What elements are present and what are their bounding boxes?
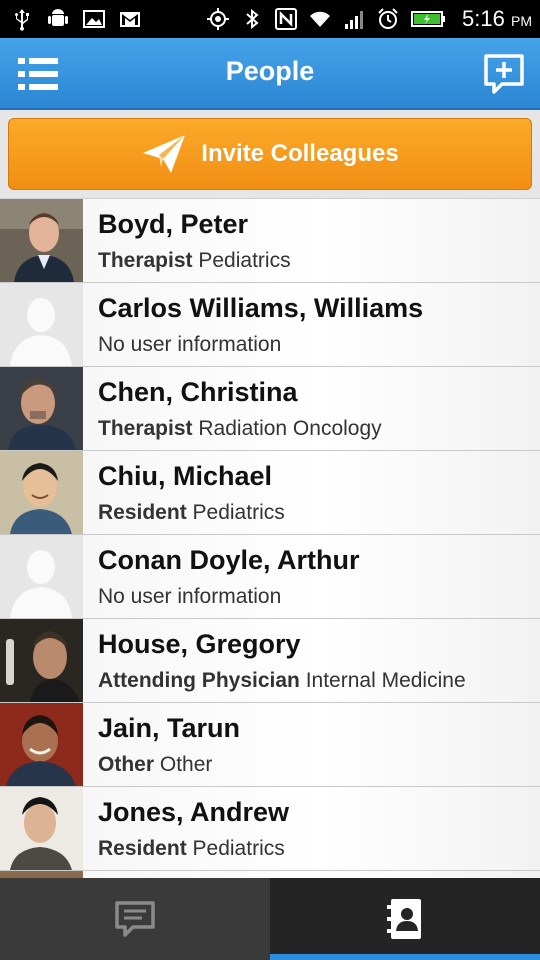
list-item[interactable]: Conan Doyle, Arthur No user information <box>0 535 540 619</box>
signal-icon <box>345 11 364 29</box>
person-name: Boyd, Peter <box>98 209 249 239</box>
invite-label: Invite Colleagues <box>201 140 399 167</box>
gmail-icon <box>120 12 140 27</box>
status-bar: 5:16 PM <box>0 0 540 38</box>
person-details: Other Other <box>98 753 213 776</box>
person-details: Resident Pediatrics <box>98 501 285 524</box>
gps-icon <box>207 8 230 30</box>
person-details: Therapist Pediatrics <box>98 249 291 272</box>
list-item[interactable]: Jain, Tarun Other Other <box>0 703 540 787</box>
bottom-tab-bar <box>0 878 540 960</box>
alarm-icon <box>378 8 398 29</box>
person-name: Chiu, Michael <box>98 461 273 491</box>
person-name: Carlos Williams, Williams <box>98 293 424 323</box>
person-name: Jones, Andrew <box>98 797 290 827</box>
list-item[interactable]: Boyd, Peter Therapist Pediatrics <box>0 199 540 283</box>
avatar <box>0 703 83 786</box>
avatar <box>0 787 83 870</box>
selected-tab-indicator <box>270 954 540 960</box>
person-details: No user information <box>98 585 282 608</box>
usb-icon <box>15 9 29 31</box>
list-item[interactable]: Jones, Andrew Resident Pediatrics <box>0 787 540 871</box>
people-list: Boyd, Peter Therapist Pediatrics Carlos … <box>0 198 540 878</box>
person-details: Resident Pediatrics <box>98 837 285 860</box>
avatar <box>0 199 83 282</box>
avatar <box>0 871 83 878</box>
person-name: House, Gregory <box>98 629 301 659</box>
list-item[interactable] <box>0 871 540 878</box>
paper-plane-icon <box>143 135 186 173</box>
list-item[interactable]: Chen, Christina Therapist Radiation Onco… <box>0 367 540 451</box>
list-item[interactable]: House, Gregory Attending Physician Inter… <box>0 619 540 703</box>
page-title: People <box>225 56 315 86</box>
invite-bar: Invite Colleagues <box>0 110 540 198</box>
contacts-icon <box>387 899 421 939</box>
nfc-icon <box>275 8 298 30</box>
person-name: Conan Doyle, Arthur <box>98 545 360 575</box>
new-message-icon[interactable] <box>480 50 528 98</box>
list-item[interactable]: Carlos Williams, Williams No user inform… <box>0 283 540 367</box>
person-details: No user information <box>98 333 282 356</box>
person-details: Therapist Radiation Oncology <box>98 417 382 440</box>
invite-colleagues-button[interactable]: Invite Colleagues <box>8 118 532 190</box>
person-name: Chen, Christina <box>98 377 298 407</box>
bluetooth-icon <box>246 8 259 30</box>
avatar-placeholder-icon <box>0 283 83 366</box>
chat-icon <box>115 901 155 937</box>
image-icon <box>83 10 105 28</box>
person-details: Attending Physician Internal Medicine <box>98 669 466 692</box>
avatar-placeholder-icon <box>0 535 83 618</box>
avatar <box>0 619 83 702</box>
avatar <box>0 451 83 534</box>
android-debug-icon <box>48 9 68 26</box>
tab-contacts[interactable] <box>270 878 540 960</box>
action-bar: People <box>0 38 540 110</box>
clock: 5:16 PM <box>462 6 532 31</box>
wifi-icon <box>310 11 331 27</box>
battery-icon <box>411 11 446 27</box>
person-name: Jain, Tarun <box>98 713 241 743</box>
list-item[interactable]: Chiu, Michael Resident Pediatrics <box>0 451 540 535</box>
avatar <box>0 367 83 450</box>
tab-chat[interactable] <box>0 878 270 960</box>
